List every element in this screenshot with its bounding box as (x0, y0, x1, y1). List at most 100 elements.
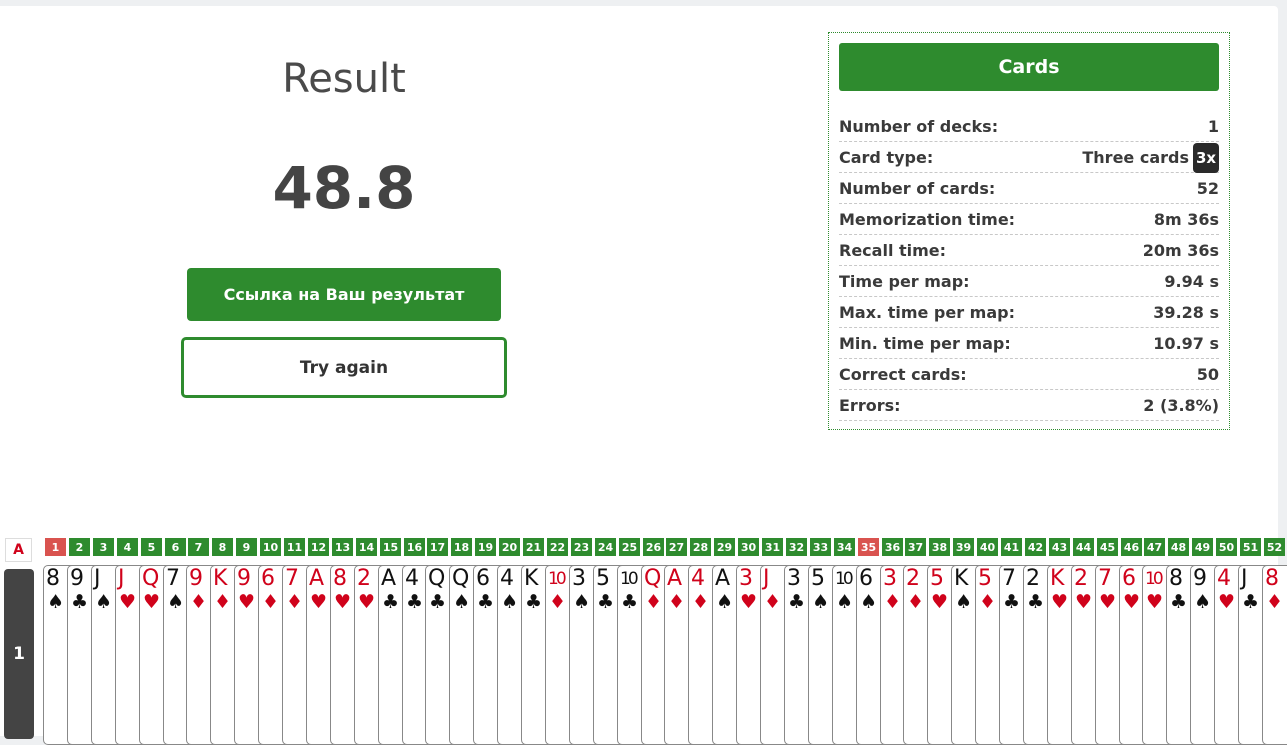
stat-value-text: 10.97 s (1153, 334, 1219, 353)
card-suit-icon: ♣ (429, 591, 447, 613)
position-number: 16 (404, 538, 425, 556)
card-suit-icon: ♣ (597, 591, 615, 613)
card-rank: 3 (787, 566, 801, 591)
card-rank: J (94, 566, 100, 591)
card-suit-icon: ♦ (190, 591, 208, 613)
card-suit-icon: ♥ (143, 591, 161, 613)
card-rank: 7 (166, 566, 180, 591)
card-suit-icon: ♣ (788, 591, 806, 613)
stat-value-text: 39.28 s (1153, 303, 1219, 322)
score-value: 48.8 (272, 154, 416, 222)
position-number: 35 (858, 538, 879, 556)
position-number: 26 (643, 538, 664, 556)
stat-value: 10.97 s (1153, 334, 1219, 353)
card-rank: A (667, 566, 682, 591)
card-suit-icon: ♥ (740, 591, 758, 613)
playing-card[interactable]: 8 ♦ (1262, 565, 1287, 745)
card-suit-icon: ♥ (1051, 591, 1069, 613)
card-rank: 2 (906, 566, 920, 591)
position-number: 13 (332, 538, 353, 556)
position-number: 24 (595, 538, 616, 556)
stat-row: Max. time per map: 39.28 s (839, 298, 1219, 328)
position-number: 32 (786, 538, 807, 556)
stat-label: Time per map: (839, 272, 970, 291)
position-number: 38 (929, 538, 950, 556)
card-suit-icon: ♥ (1123, 591, 1141, 613)
stat-value: 1 (1208, 117, 1219, 136)
stat-row: Number of cards: 52 (839, 174, 1219, 204)
position-number: 34 (834, 538, 855, 556)
card-suit-icon: ♥ (238, 591, 256, 613)
card-rank: 6 (476, 566, 490, 591)
position-number: 31 (762, 538, 783, 556)
stat-label: Number of cards: (839, 179, 996, 198)
position-number: 46 (1121, 538, 1142, 556)
result-link-button[interactable]: Ссылка на Ваш результат (187, 268, 501, 321)
card-suit-icon: ♥ (334, 591, 352, 613)
try-again-button[interactable]: Try again (181, 337, 507, 398)
stat-value-text: Three cards (1082, 148, 1189, 167)
stat-value-text: 2 (3.8%) (1143, 396, 1219, 415)
position-number: 50 (1216, 538, 1237, 556)
stat-label: Card type: (839, 148, 934, 167)
card-rank: Q (428, 566, 445, 591)
card-rank: 5 (930, 566, 944, 591)
position-number: 40 (977, 538, 998, 556)
position-number: 7 (188, 538, 209, 556)
card-rank: 5 (978, 566, 992, 591)
position-number: 9 (236, 538, 257, 556)
card-suit-icon: ♦ (645, 591, 663, 613)
position-number: 22 (547, 538, 568, 556)
position-number: 36 (882, 538, 903, 556)
card-suit-icon: ♥ (931, 591, 949, 613)
card-rank: 7 (285, 566, 299, 591)
card-suit-icon: ♥ (119, 591, 137, 613)
card-rank: 2 (1026, 566, 1040, 591)
card-suit-icon: ♥ (1218, 591, 1236, 613)
position-number: 28 (690, 538, 711, 556)
stat-value: 2 (3.8%) (1143, 396, 1219, 415)
card-suit-icon: ♣ (1242, 591, 1260, 613)
card-rank: A (715, 566, 730, 591)
stat-row: Card type: Three cards 3x (839, 142, 1219, 173)
card-suit-icon: ♥ (1075, 591, 1093, 613)
card-rank: 10 (548, 569, 567, 589)
card-rank: 3 (883, 566, 897, 591)
card-suit-icon: ♠ (167, 591, 185, 613)
position-number: 5 (141, 538, 162, 556)
card-suit-icon: ♦ (286, 591, 304, 613)
card-suit-icon: ♥ (358, 591, 376, 613)
card-rank: J (763, 566, 769, 591)
stat-row: Time per map: 9.94 s (839, 267, 1219, 297)
card-suit-icon: ♣ (382, 591, 400, 613)
position-number: 6 (165, 538, 186, 556)
stats-box: Cards Number of decks: 1 Card type: Three c… (828, 32, 1230, 430)
card-rank: 2 (1074, 566, 1088, 591)
card-suit-icon: ♣ (1170, 591, 1188, 613)
stat-label: Recall time: (839, 241, 947, 260)
card-rank: 4 (691, 566, 705, 591)
position-number: 30 (738, 538, 759, 556)
stat-value: 8m 36s (1154, 210, 1219, 229)
card-suit-icon: ♠ (573, 591, 591, 613)
position-number: 11 (284, 538, 305, 556)
card-suit-icon: ♣ (1027, 591, 1045, 613)
card-suit-icon: ♣ (477, 591, 495, 613)
position-number: 43 (1049, 538, 1070, 556)
stat-row: Number of decks: 1 (839, 112, 1219, 142)
card-suit-icon: ♠ (1194, 591, 1212, 613)
card-rank: A (381, 566, 396, 591)
card-rank: J (1241, 566, 1247, 591)
card-rank: Q (452, 566, 469, 591)
position-number: 45 (1097, 538, 1118, 556)
position-number: 33 (810, 538, 831, 556)
stat-row: Errors: 2 (3.8%) (839, 391, 1219, 421)
position-number: 51 (1240, 538, 1261, 556)
card-rank: 10 (835, 569, 854, 589)
card-suit-icon: ♣ (621, 591, 639, 613)
card-rank: 4 (405, 566, 419, 591)
card-suit-icon: ♣ (406, 591, 424, 613)
stat-value-text: 20m 36s (1142, 241, 1219, 260)
card-rank: 6 (261, 566, 275, 591)
card-suit-icon: ♠ (836, 591, 854, 613)
